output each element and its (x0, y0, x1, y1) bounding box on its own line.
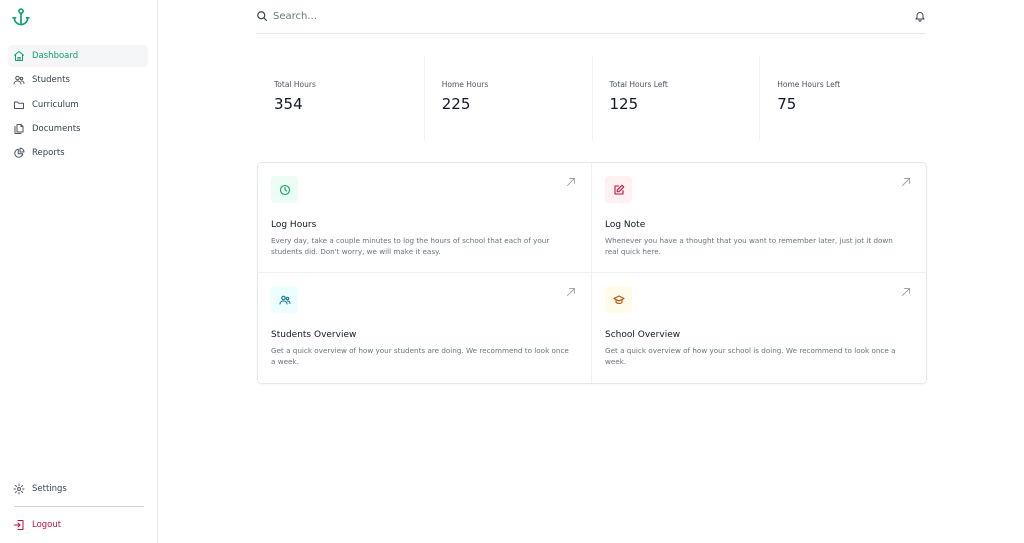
top-bar (256, 0, 926, 34)
logout-icon (14, 520, 24, 530)
sidebar-item-reports[interactable]: Reports (8, 142, 148, 164)
stat-label: Home Hours (441, 80, 489, 89)
sidebar-item-curriculum[interactable]: Curriculum (8, 94, 148, 116)
arrow-up-right-icon (902, 288, 910, 296)
card-title: Students Overview (271, 330, 357, 340)
card-icon-box (605, 286, 632, 313)
stat-label: Home Hours Left (777, 80, 841, 89)
search-icon (257, 11, 268, 22)
sidebar-item-label: Students (32, 75, 70, 86)
stat-label: Total Hours Left (609, 80, 668, 89)
sidebar-item-label: Settings (32, 484, 67, 494)
stat-home-hours: Home Hours 225 (425, 56, 593, 140)
card-title: Log Note (605, 220, 646, 230)
sidebar-item-label: Dashboard (32, 51, 79, 61)
home-icon (14, 51, 24, 61)
logout-button[interactable]: Logout (8, 514, 148, 536)
bell-icon[interactable] (914, 10, 926, 22)
school-overview-card[interactable]: School Overview Get a quick overview of … (592, 273, 926, 383)
stat-value: 225 (441, 95, 471, 113)
card-icon-box (271, 176, 298, 203)
card-description: Get a quick overview of how your student… (271, 346, 569, 366)
stat-value: 75 (777, 95, 797, 113)
log-note-card[interactable]: Log Note Whenever you have a thought tha… (592, 163, 926, 273)
sidebar-item-dashboard[interactable]: Dashboard (8, 45, 148, 67)
stat-value: 354 (274, 95, 303, 113)
users-icon (13, 76, 25, 85)
log-hours-card[interactable]: Log Hours Every day, take a couple minut… (258, 163, 592, 273)
anchor-logo-icon[interactable] (11, 7, 31, 27)
search-input[interactable] (273, 6, 573, 26)
sidebar-divider (14, 506, 144, 507)
arrow-up-right-icon (902, 178, 910, 186)
card-description: Every day, take a couple minutes to log … (271, 236, 550, 256)
graduation-cap-icon (612, 294, 625, 304)
pencil-square-icon (613, 184, 624, 195)
card-title: Log Hours (271, 220, 317, 230)
action-cards: Log Hours Every day, take a couple minut… (257, 162, 927, 384)
folder-icon (14, 101, 24, 109)
logout-label: Logout (32, 520, 62, 530)
sidebar-item-label: Documents (32, 123, 81, 134)
sidebar-nav: Dashboard Students Curriculum Documents … (8, 45, 148, 166)
card-icon-box (271, 286, 298, 313)
pie-chart-icon (14, 147, 25, 158)
sidebar-item-settings[interactable]: Settings (8, 478, 148, 500)
arrow-up-right-icon (567, 178, 575, 186)
sidebar-item-documents[interactable]: Documents (8, 118, 148, 140)
card-description: Whenever you have a thought that you wan… (605, 236, 893, 256)
sidebar-item-label: Reports (32, 148, 65, 159)
documents-icon (14, 123, 24, 134)
sidebar-item-label: Curriculum (32, 99, 79, 110)
clock-icon (279, 184, 290, 195)
stat-value: 125 (609, 95, 639, 113)
stat-total-hours-left: Total Hours Left 125 (593, 56, 761, 140)
stat-label: Total Hours (274, 80, 316, 89)
card-description: Get a quick overview of how your school … (605, 346, 896, 366)
stat-total-hours: Total Hours 354 (257, 56, 425, 140)
card-title: School Overview (605, 330, 681, 340)
users-icon (278, 295, 291, 305)
gear-icon (13, 483, 25, 495)
sidebar: Dashboard Students Curriculum Documents … (0, 0, 158, 543)
students-overview-card[interactable]: Students Overview Get a quick overview o… (258, 273, 592, 383)
stats-row: Total Hours 354 Home Hours 225 Total Hou… (257, 56, 927, 140)
stat-home-hours-left: Home Hours Left 75 (760, 56, 927, 140)
arrow-up-right-icon (567, 288, 575, 296)
sidebar-item-students[interactable]: Students (8, 69, 148, 91)
card-icon-box (605, 176, 632, 203)
